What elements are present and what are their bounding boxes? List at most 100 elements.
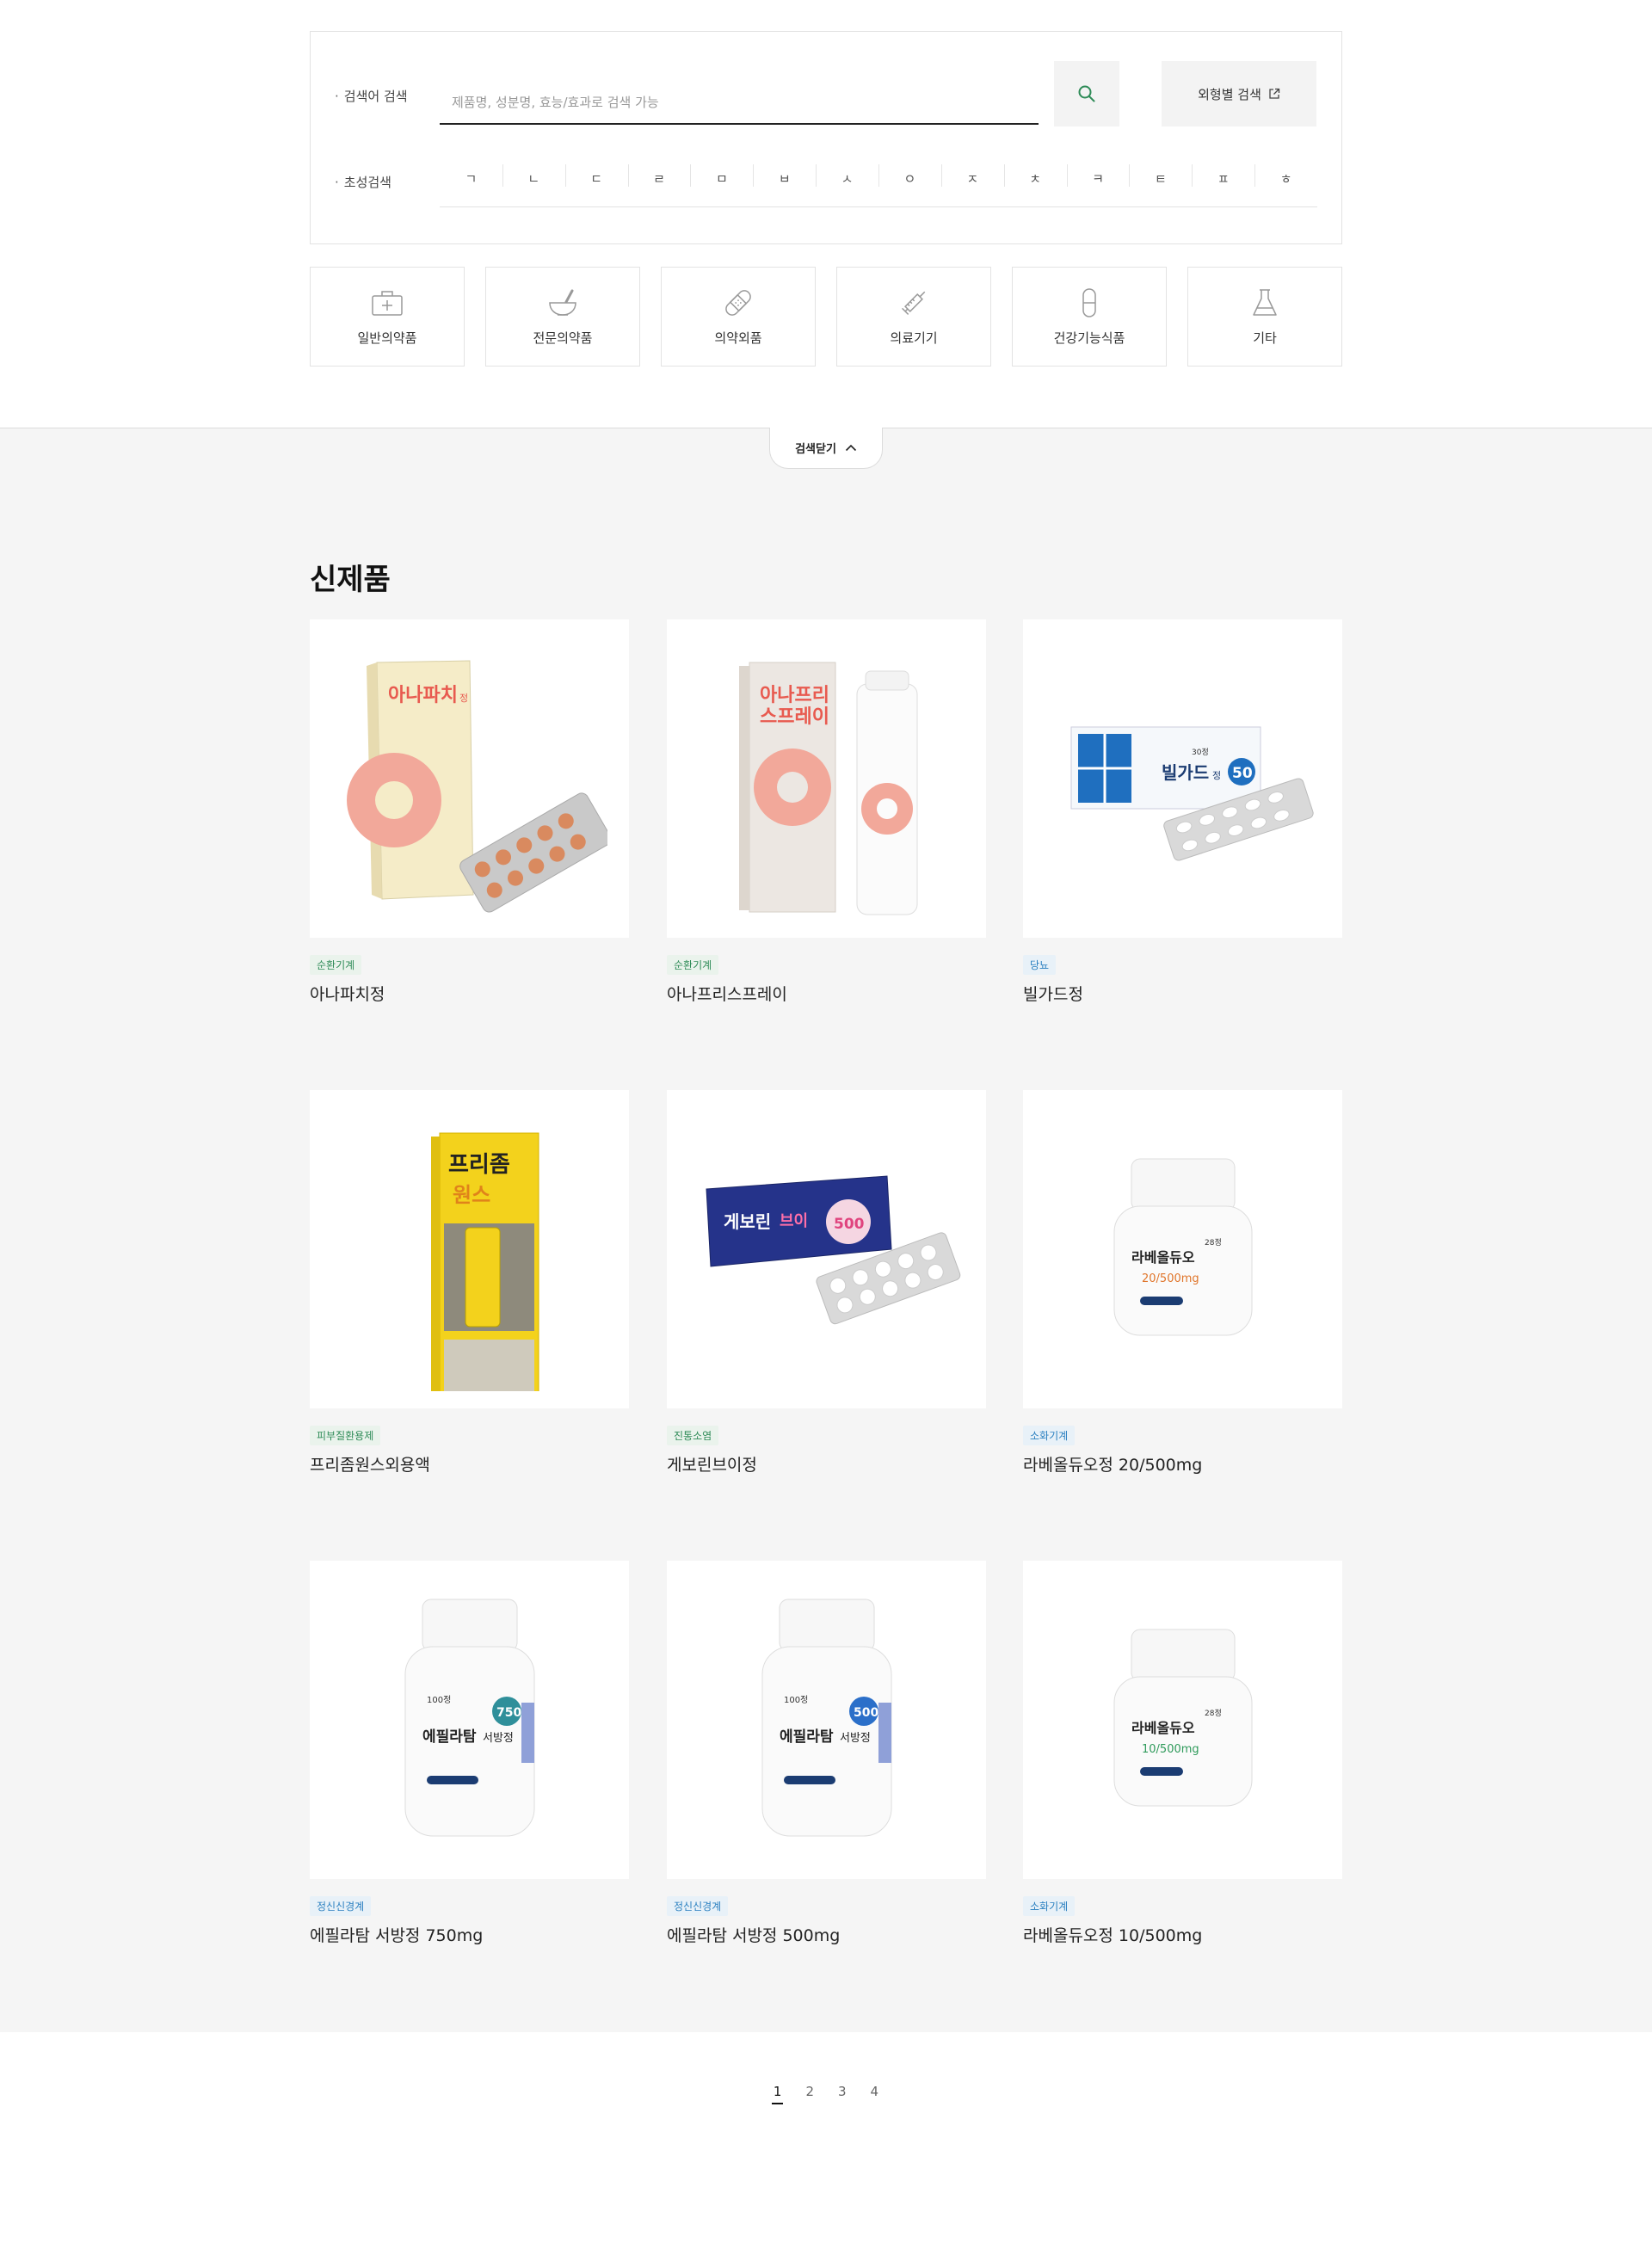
pagination-section: 1 2 3 4 (0, 2032, 1652, 2261)
initial-consonant[interactable]: ㅋ (1066, 164, 1130, 188)
category-tag: 당뇨 (1023, 955, 1057, 975)
section-title: 신제품 (310, 563, 391, 597)
keyword-search-label: 검색어 검색 (335, 87, 408, 105)
initial-consonant[interactable]: ㅁ (690, 164, 753, 188)
product-image[interactable]: 게보린 브이 500 (667, 1090, 986, 1408)
initial-consonant[interactable]: ㅂ (753, 164, 816, 188)
svg-text:정: 정 (1212, 770, 1221, 781)
category-label: 의약외품 (714, 330, 762, 346)
first-aid-kit-icon (372, 290, 403, 316)
category-medical-device[interactable]: 의료기기 (836, 267, 991, 367)
product-image[interactable]: 아나파치 정 (310, 619, 629, 938)
product-tall-bottle-image: 100정 750 에필라탐 서방정 (404, 1599, 534, 1837)
product-card[interactable]: 아나프리 스프레이 순환기계 아나프리스프레이 (667, 619, 986, 1005)
initial-consonant[interactable]: ㄴ (502, 164, 565, 188)
product-image[interactable]: 프리좀 원스 (310, 1090, 629, 1408)
keyword-search-input[interactable] (440, 82, 1039, 125)
initial-consonant[interactable]: ㅈ (940, 164, 1004, 188)
product-image[interactable]: 28정 라베올듀오 10/500mg (1023, 1561, 1342, 1879)
product-card[interactable]: 프리좀 원스 피부질환용제 프리좀원스외용액 (310, 1090, 629, 1476)
product-card[interactable]: 28정 라베올듀오 20/500mg 소화기계 라베올듀오정 20/500mg (1023, 1090, 1342, 1476)
svg-text:서방정: 서방정 (483, 1732, 514, 1745)
svg-text:원스: 원스 (453, 1183, 490, 1207)
category-health-food[interactable]: 건강기능식품 (1012, 267, 1167, 367)
initial-consonant[interactable]: ㅊ (1003, 164, 1067, 188)
svg-text:50: 50 (1232, 765, 1253, 782)
product-brand-text: 아나파치 (388, 685, 458, 706)
product-card[interactable]: 30정 빌가드 정 50 당뇨 빌가드정 (1023, 619, 1342, 1005)
initial-consonant[interactable]: ㅇ (878, 164, 941, 188)
mortar-pestle-icon (549, 289, 576, 316)
category-tag: 소화기계 (1023, 1896, 1076, 1916)
initial-consonant[interactable]: ㅎ (1254, 164, 1317, 188)
svg-text:100정: 100정 (427, 1695, 451, 1705)
product-card[interactable]: 100정 750 에필라탐 서방정 정신신경계 에필라탐 서방정 750mg (310, 1561, 629, 1946)
product-image[interactable]: 100정 750 에필라탐 서방정 (310, 1561, 629, 1879)
svg-text:100정: 100정 (784, 1695, 808, 1705)
category-etc[interactable]: 기타 (1187, 267, 1342, 367)
product-name[interactable]: 아나파치정 (310, 982, 629, 1005)
shape-search-button[interactable]: 외형별 검색 (1162, 61, 1316, 126)
product-small-bottle-image: 28정 라베올듀오 20/500mg (1113, 1158, 1252, 1336)
page-link[interactable]: 1 (771, 2084, 784, 2104)
chevron-up-icon (845, 444, 856, 452)
product-image[interactable]: 28정 라베올듀오 20/500mg (1023, 1090, 1342, 1408)
product-name[interactable]: 라베올듀오정 10/500mg (1023, 1923, 1342, 1946)
shape-search-label: 외형별 검색 (1198, 86, 1261, 102)
svg-text:라베올듀오: 라베올듀오 (1131, 1720, 1195, 1736)
pagination: 1 2 3 4 (0, 2084, 1652, 2104)
product-navy-box-blister-image: 게보린 브이 500 (705, 1175, 960, 1325)
page-link[interactable]: 4 (869, 2084, 881, 2104)
svg-text:에필라탐: 에필라탐 (780, 1728, 834, 1746)
product-box-spray-image: 아나프리 스프레이 (738, 662, 917, 915)
initial-consonant[interactable]: ㅍ (1192, 164, 1254, 188)
svg-text:10/500mg: 10/500mg (1142, 1743, 1199, 1756)
product-card[interactable]: 아나파치 정 순환기계 아나파치정 (310, 619, 629, 1005)
product-card[interactable]: 28정 라베올듀오 10/500mg 소화기계 라베올듀오정 10/500mg (1023, 1561, 1342, 1946)
initial-consonant[interactable]: ㅅ (816, 164, 878, 188)
svg-text:빌가드: 빌가드 (1162, 762, 1209, 783)
search-icon (1078, 85, 1095, 102)
category-otc-drug[interactable]: 일반의약품 (310, 267, 465, 367)
product-yellow-box-image: 프리좀 원스 (430, 1132, 539, 1391)
svg-text:500: 500 (834, 1216, 865, 1233)
flask-icon (1253, 288, 1277, 316)
search-button[interactable] (1054, 61, 1119, 126)
category-prescription-drug[interactable]: 전문의약품 (485, 267, 640, 367)
product-blue-box-blister-image: 30정 빌가드 정 50 (1070, 726, 1314, 861)
category-tag: 정신신경계 (667, 1896, 729, 1916)
initial-consonant[interactable]: ㄹ (627, 164, 691, 188)
svg-text:20/500mg: 20/500mg (1142, 1272, 1199, 1285)
category-tag: 소화기계 (1023, 1426, 1076, 1445)
initial-consonant[interactable]: ㄷ (564, 164, 628, 188)
close-search-button[interactable]: 검색닫기 (769, 428, 883, 469)
initial-consonant-list: ㄱ ㄴ ㄷ ㄹ ㅁ ㅂ ㅅ ㅇ ㅈ ㅊ ㅋ ㅌ ㅍ ㅎ (440, 151, 1317, 207)
page-link[interactable]: 3 (836, 2084, 848, 2104)
product-name[interactable]: 에필라탐 서방정 750mg (310, 1923, 629, 1946)
initial-consonant[interactable]: ㅌ (1129, 164, 1192, 188)
product-tall-bottle-image: 100정 500 에필라탐 서방정 (761, 1599, 891, 1837)
page-link[interactable]: 2 (804, 2084, 816, 2104)
product-name[interactable]: 에필라탐 서방정 500mg (667, 1923, 986, 1946)
category-quasi-drug[interactable]: 의약외품 (661, 267, 816, 367)
category-label: 기타 (1253, 330, 1277, 346)
external-link-icon (1269, 88, 1280, 99)
product-name[interactable]: 빌가드정 (1023, 982, 1342, 1005)
product-image[interactable]: 30정 빌가드 정 50 (1023, 619, 1342, 938)
product-card[interactable]: 100정 500 에필라탐 서방정 정신신경계 에필라탐 서방정 500mg (667, 1561, 986, 1946)
category-label: 일반의약품 (357, 330, 417, 346)
category-label: 건강기능식품 (1053, 330, 1125, 346)
product-name[interactable]: 아나프리스프레이 (667, 982, 986, 1005)
product-image[interactable]: 아나프리 스프레이 (667, 619, 986, 938)
initial-consonant[interactable]: ㄱ (440, 169, 502, 188)
svg-text:라베올듀오: 라베올듀오 (1131, 1249, 1195, 1266)
product-name[interactable]: 라베올듀오정 20/500mg (1023, 1452, 1342, 1476)
bandage-icon (725, 289, 751, 316)
product-name[interactable]: 게보린브이정 (667, 1452, 986, 1476)
product-name[interactable]: 프리좀원스외용액 (310, 1452, 629, 1476)
svg-text:프리좀: 프리좀 (448, 1152, 510, 1178)
product-image[interactable]: 100정 500 에필라탐 서방정 (667, 1561, 986, 1879)
product-card[interactable]: 게보린 브이 500 진통소염 게보린브이정 (667, 1090, 986, 1476)
category-tag: 순환기계 (310, 955, 362, 975)
close-search-label: 검색닫기 (795, 443, 836, 456)
